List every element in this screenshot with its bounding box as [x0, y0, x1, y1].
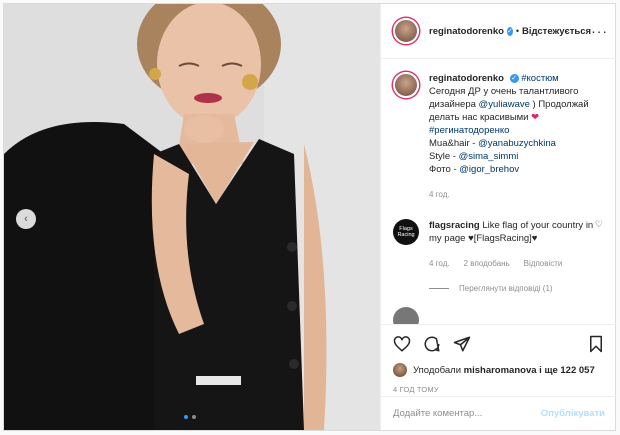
comment-avatar[interactable]: Flags Racing — [393, 219, 419, 245]
likes-summary: Уподобали misharomanova і ще 122 057 — [393, 363, 605, 377]
likes-prefix: Уподобали — [413, 364, 462, 376]
comment-time[interactable]: 4 год. — [429, 257, 450, 270]
mention-link[interactable]: @yuliawave — [479, 99, 530, 110]
posted-time[interactable]: 4 ГОД ТОМУ — [393, 385, 605, 394]
divider — [429, 288, 449, 289]
post-side-panel: reginatodorenko ✓ • Відстежується ··· re… — [380, 4, 617, 430]
hashtag-link[interactable]: #регинатодоренко — [429, 125, 509, 136]
mention-link[interactable]: @yanabuzychkina — [478, 138, 556, 149]
reply-button[interactable]: Відповісти — [524, 257, 563, 270]
verified-icon: ✓ — [509, 73, 519, 83]
post-actions: Уподобали misharomanova і ще 122 057 4 Г… — [381, 324, 617, 394]
list-item — [393, 307, 605, 324]
heart-icon[interactable] — [393, 335, 411, 353]
carousel-dots — [184, 415, 196, 419]
caption-username[interactable]: reginatodorenko — [429, 73, 504, 84]
heart-emoji: ❤ — [531, 112, 540, 123]
mention-link[interactable]: @igor_brehov — [459, 164, 519, 175]
following-button[interactable]: Відстежується — [522, 26, 591, 37]
post-header: reginatodorenko ✓ • Відстежується ··· — [381, 4, 616, 59]
credit-label: Mua&hair - — [429, 138, 476, 149]
verified-icon: ✓ — [506, 26, 513, 36]
comment-meta: 4 год. 2 вподобань Відповісти — [429, 257, 599, 270]
comment-avatar[interactable] — [393, 307, 419, 324]
carousel-dot — [192, 415, 196, 419]
hashtag-link[interactable]: #костюм — [521, 73, 558, 84]
caption-body: reginatodorenko ✓ #костюм Сегодня ДР у о… — [429, 72, 605, 201]
credit-label: Фото - — [429, 164, 457, 175]
separator-dot: • — [515, 26, 519, 36]
carousel-dot-active — [184, 415, 188, 419]
comment-icon[interactable] — [423, 335, 441, 353]
caption-time[interactable]: 4 год. — [429, 188, 605, 201]
caption: reginatodorenko ✓ #костюм Сегодня ДР у о… — [393, 72, 605, 201]
comment-input[interactable] — [393, 408, 541, 419]
action-icons — [393, 333, 605, 355]
comment-likes[interactable]: 2 вподобань — [464, 257, 510, 270]
bookmark-icon[interactable] — [587, 335, 605, 353]
publish-button[interactable]: Опублікувати — [541, 408, 605, 419]
view-replies[interactable]: Переглянути відповіді (1) — [429, 284, 605, 293]
comment-body: flagsracing Like flag of your country in… — [429, 219, 599, 270]
mention-link[interactable]: @sima_simmi — [459, 151, 519, 162]
list-item: Flags Racing flagsracing Like flag of yo… — [393, 219, 605, 270]
likes-user[interactable]: misharomanova — [464, 365, 537, 376]
view-replies-label[interactable]: Переглянути відповіді (1) — [459, 284, 553, 293]
caption-avatar[interactable] — [393, 72, 419, 98]
post-photo[interactable]: ‹ — [4, 4, 380, 430]
avatar[interactable] — [393, 18, 419, 44]
comment-like-heart-icon[interactable]: ♡ — [595, 219, 603, 230]
header-username[interactable]: reginatodorenko — [429, 26, 504, 37]
comments-list: reginatodorenko ✓ #костюм Сегодня ДР у о… — [381, 60, 617, 324]
credit-label: Style - — [429, 151, 456, 162]
comment-username[interactable]: flagsracing — [429, 220, 480, 231]
chevron-left-icon[interactable]: ‹ — [16, 209, 36, 229]
photo-illustration — [4, 4, 380, 430]
more-options-icon[interactable]: ··· — [591, 23, 608, 39]
likes-count[interactable]: і ще 122 057 — [539, 365, 595, 376]
share-icon[interactable] — [453, 335, 471, 353]
post-modal: ‹ reginatodorenko ✓ • Відстежується ··· … — [3, 3, 617, 431]
avatar[interactable] — [393, 363, 407, 377]
add-comment-bar: Опублікувати — [381, 396, 617, 430]
